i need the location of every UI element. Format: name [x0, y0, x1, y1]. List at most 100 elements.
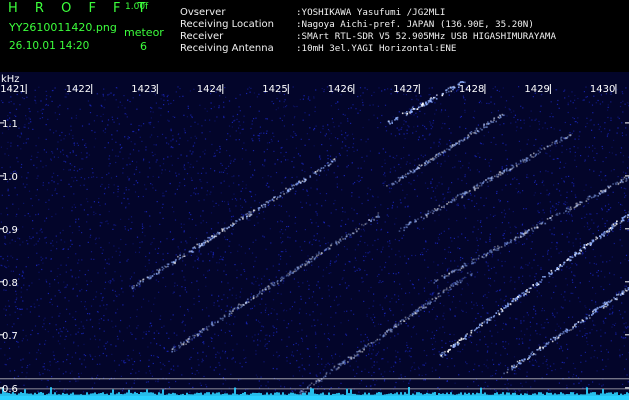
- noise-speck: [434, 102, 436, 104]
- noise-speck: [523, 243, 525, 245]
- noise-speck: [570, 100, 572, 102]
- noise-speck: [596, 213, 598, 215]
- noise-speck: [267, 381, 269, 383]
- noise-speck: [177, 246, 179, 248]
- noise-speck: [159, 212, 161, 214]
- noise-speck: [518, 389, 520, 391]
- noise-speck: [26, 372, 28, 374]
- noise-speck: [69, 363, 71, 365]
- noise-speck: [375, 354, 377, 356]
- trail-dot: [240, 306, 242, 309]
- noise-speck: [223, 116, 225, 119]
- noise-speck: [113, 224, 115, 226]
- noise-speck: [438, 239, 440, 241]
- noise-speck: [148, 161, 150, 163]
- noise-speck: [340, 122, 342, 124]
- noise-speck: [224, 368, 226, 370]
- noise-speck: [344, 114, 346, 116]
- noise-speck: [488, 253, 491, 255]
- noise-speck: [313, 319, 315, 321]
- trail-dot: [182, 343, 185, 346]
- noise-speck: [418, 136, 420, 138]
- noise-speck: [582, 252, 584, 254]
- noise-speck: [157, 136, 159, 138]
- trail-dot: [409, 314, 412, 316]
- noise-speck: [568, 213, 570, 215]
- noise-speck: [414, 368, 416, 370]
- noise-speck: [430, 280, 432, 282]
- noise-speck: [264, 338, 266, 340]
- noise-speck: [432, 190, 434, 192]
- noise-speck: [10, 96, 12, 98]
- noise-speck: [346, 310, 348, 312]
- noise-speck: [360, 235, 362, 237]
- noise-speck: [301, 357, 303, 360]
- noise-speck: [426, 354, 428, 357]
- noise-speck: [598, 383, 600, 385]
- noise-speck: [75, 380, 77, 382]
- noise-speck: [574, 159, 576, 161]
- noise-speck: [565, 278, 567, 280]
- noise-speck: [508, 222, 510, 224]
- noise-speck: [520, 127, 522, 129]
- noise-speck: [441, 340, 443, 342]
- noise-speck: [96, 363, 98, 365]
- noise-speck: [449, 191, 451, 193]
- noise-speck: [20, 291, 22, 293]
- noise-speck: [112, 278, 114, 280]
- noise-speck: [214, 152, 216, 154]
- noise-speck: [257, 344, 259, 346]
- noise-speck: [145, 255, 147, 258]
- noise-speck: [482, 295, 485, 297]
- noise-speck: [417, 105, 419, 107]
- noise-speck: [132, 295, 134, 297]
- noise-speck: [561, 177, 563, 180]
- noise-speck: [499, 124, 501, 126]
- noise-speck: [277, 107, 279, 109]
- noise-speck: [566, 384, 568, 386]
- noise-speck: [157, 379, 159, 381]
- noise-speck: [621, 132, 623, 134]
- noise-speck: [302, 119, 304, 121]
- noise-speck: [123, 192, 125, 194]
- noise-speck: [592, 320, 594, 322]
- noise-speck: [151, 241, 153, 244]
- noise-speck: [280, 385, 282, 387]
- noise-speck: [306, 133, 308, 135]
- noise-speck: [415, 130, 417, 132]
- noise-speck: [575, 375, 577, 377]
- noise-speck: [388, 272, 390, 275]
- noise-speck: [601, 207, 603, 209]
- noise-speck: [387, 215, 389, 217]
- noise-speck: [225, 274, 227, 276]
- noise-speck: [28, 108, 30, 110]
- noise-speck: [611, 307, 613, 309]
- noise-speck: [417, 227, 419, 229]
- noise-speck: [504, 213, 507, 215]
- noise-speck: [381, 166, 383, 168]
- noise-speck: [620, 147, 623, 149]
- noise-speck: [158, 107, 160, 109]
- noise-speck: [261, 283, 263, 285]
- noise-speck: [100, 246, 102, 249]
- noise-speck: [422, 135, 424, 137]
- noise-speck: [282, 251, 284, 253]
- trail-dot: [280, 192, 282, 194]
- noise-speck: [255, 256, 257, 258]
- noise-speck: [483, 135, 485, 137]
- noise-speck: [526, 143, 528, 145]
- noise-speck: [297, 366, 300, 368]
- noise-speck: [143, 227, 145, 229]
- noise-speck: [493, 137, 495, 139]
- noise-speck: [115, 161, 117, 164]
- noise-speck: [585, 184, 587, 186]
- noise-speck: [553, 363, 555, 365]
- noise-speck: [415, 95, 417, 97]
- noise-speck: [571, 190, 573, 192]
- trail-dot: [316, 170, 319, 172]
- noise-speck: [126, 260, 128, 262]
- noise-speck: [15, 290, 17, 292]
- noise-speck: [291, 160, 293, 163]
- noise-speck: [148, 330, 150, 332]
- noise-speck: [91, 176, 93, 178]
